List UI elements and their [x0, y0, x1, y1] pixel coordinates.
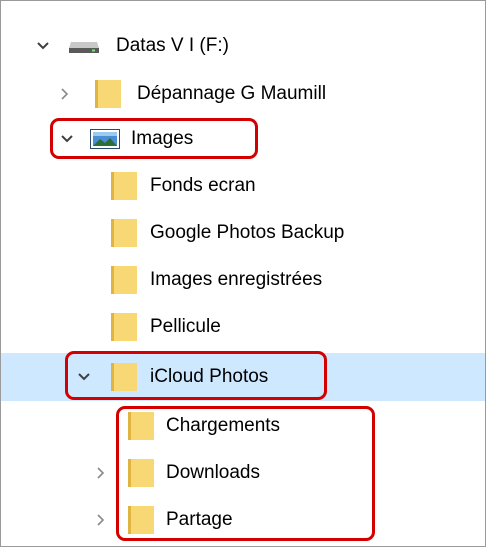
folder-icon: [111, 313, 137, 341]
chevron-right-icon[interactable]: [58, 87, 72, 101]
tree-item-datas-drive[interactable]: Datas V I (F:): [1, 22, 485, 70]
folder-icon: [128, 506, 154, 534]
tree-item-label: iCloud Photos: [150, 366, 269, 387]
folder-icon: [128, 459, 154, 487]
chevron-down-icon[interactable]: [60, 132, 74, 146]
tree-item-pellicule[interactable]: Pellicule: [1, 303, 485, 351]
folder-icon: [95, 80, 121, 108]
tree-item-chargements[interactable]: Chargements: [1, 402, 485, 450]
tree-item-label: Downloads: [166, 462, 260, 483]
tree-item-label: Chargements: [166, 415, 281, 436]
tree-item-label: Partage: [166, 509, 233, 530]
folder-icon: [128, 412, 154, 440]
tree-item-google-photos-backup[interactable]: Google Photos Backup: [1, 209, 485, 257]
chevron-right-icon[interactable]: [94, 513, 108, 527]
tree-item-label: Google Photos Backup: [150, 222, 345, 243]
chevron-right-icon[interactable]: [94, 466, 108, 480]
tree-item-label: Images enregistrées: [150, 269, 323, 290]
tree-item-fonds-ecran[interactable]: Fonds ecran: [1, 162, 485, 210]
folder-icon: [111, 363, 137, 391]
tree-item-label: Pellicule: [150, 316, 221, 337]
pictures-library-icon: [90, 129, 120, 149]
tree-item-label: Images: [131, 128, 194, 149]
drive-icon: [69, 42, 99, 53]
tree-item-label: Dépannage G Maumill: [137, 83, 327, 104]
folder-icon: [111, 266, 137, 294]
tree-item-partage[interactable]: Partage: [1, 496, 485, 544]
tree-item-icloud-photos[interactable]: iCloud Photos: [1, 353, 485, 401]
tree-item-label: Datas V I (F:): [116, 35, 229, 56]
chevron-down-icon[interactable]: [77, 370, 91, 384]
tree-item-depannage[interactable]: Dépannage G Maumill: [1, 70, 485, 118]
tree-item-downloads[interactable]: Downloads: [1, 449, 485, 497]
tree-item-images[interactable]: Images: [1, 115, 485, 163]
folder-icon: [111, 219, 137, 247]
tree-item-images-enregistrees[interactable]: Images enregistrées: [1, 256, 485, 304]
chevron-down-icon[interactable]: [36, 39, 50, 53]
tree-item-label: Fonds ecran: [150, 175, 256, 196]
folder-icon: [111, 172, 137, 200]
navigation-pane: Datas V I (F:) Dépannage G Maumill Image…: [0, 0, 486, 547]
